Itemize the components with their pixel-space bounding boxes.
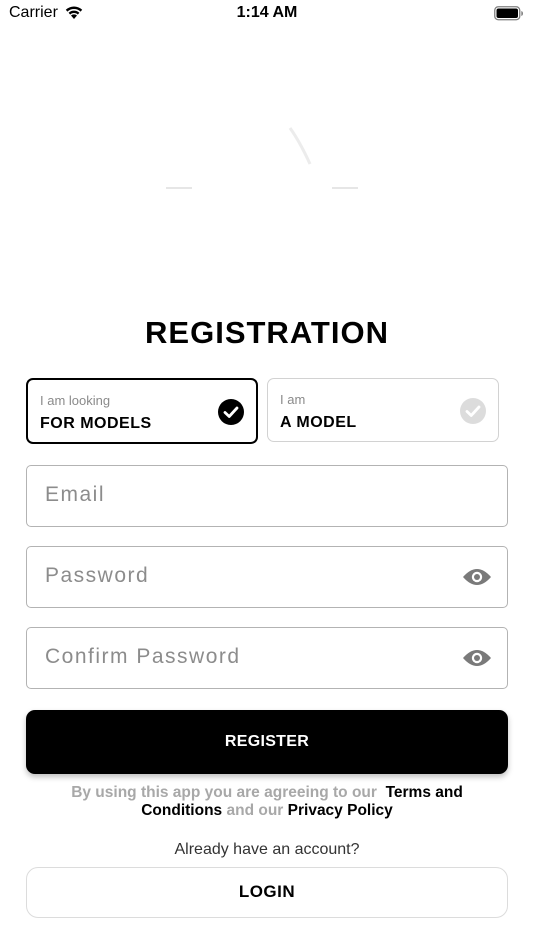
password-field[interactable]: Password bbox=[26, 546, 508, 608]
status-bar: Carrier 1:14 AM bbox=[0, 0, 534, 30]
role-option-title: A MODEL bbox=[280, 414, 357, 431]
email-field[interactable]: Email bbox=[26, 465, 508, 527]
privacy-policy-link[interactable]: Privacy Policy bbox=[288, 802, 393, 819]
terms-prefix: By using this app you are agreeing to ou… bbox=[71, 784, 377, 801]
role-option-title: FOR MODELS bbox=[40, 415, 152, 432]
role-option-looking-for-models[interactable]: I am looking FOR MODELS bbox=[26, 378, 258, 444]
eye-icon[interactable] bbox=[462, 648, 492, 673]
terms-middle: and our bbox=[226, 802, 284, 819]
register-button[interactable]: REGISTER bbox=[26, 710, 508, 774]
login-button[interactable]: LOGIN bbox=[26, 867, 508, 918]
check-circle-icon bbox=[460, 398, 486, 429]
terms-notice: By using this app you are agreeing to ou… bbox=[40, 784, 494, 820]
check-circle-icon bbox=[218, 399, 244, 430]
role-option-subtitle: I am bbox=[280, 392, 306, 407]
login-prompt: Already have an account? bbox=[174, 841, 360, 858]
confirm-password-placeholder: Confirm Password bbox=[45, 645, 241, 668]
status-time: 1:14 AM bbox=[236, 4, 298, 21]
page-title: REGISTRATION bbox=[145, 315, 389, 350]
email-placeholder: Email bbox=[45, 483, 106, 506]
role-option-subtitle: I am looking bbox=[40, 393, 111, 408]
role-option-a-model[interactable]: I am A MODEL bbox=[267, 378, 499, 442]
app-logo bbox=[160, 120, 370, 200]
confirm-password-field[interactable]: Confirm Password bbox=[26, 627, 508, 689]
eye-icon[interactable] bbox=[462, 567, 492, 592]
password-placeholder: Password bbox=[45, 564, 150, 587]
battery-icon bbox=[494, 6, 524, 26]
